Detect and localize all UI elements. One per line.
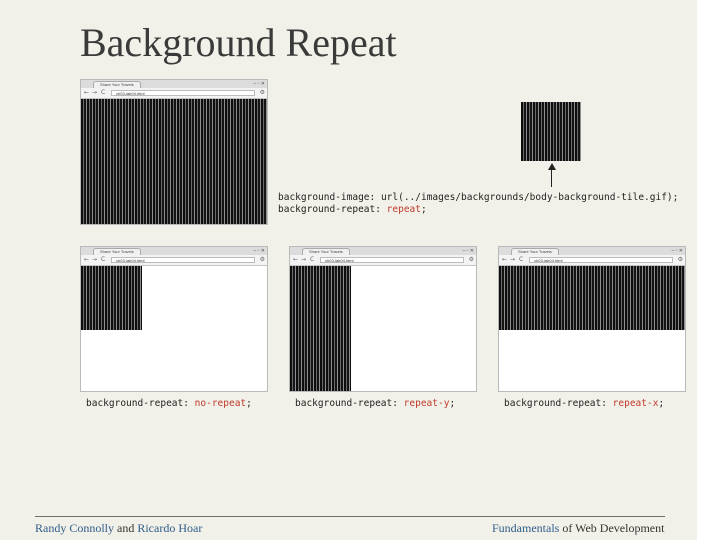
tiled-background-repeat-y bbox=[290, 266, 351, 391]
address-bar[interactable]: ch03-lab04.html bbox=[111, 257, 255, 263]
code-value: repeat-x bbox=[612, 398, 659, 409]
wrench-icon[interactable]: ⚙ bbox=[678, 256, 683, 264]
tab-bar: Share Your Travels – ▫ ✕ bbox=[81, 80, 267, 88]
wrench-icon[interactable]: ⚙ bbox=[260, 256, 265, 264]
code-background-repeat: background-repeat: repeat; bbox=[278, 204, 427, 216]
code-semicolon: ; bbox=[421, 204, 427, 215]
nav-bar: ← → C ch03-lab04.html ⚙ bbox=[81, 255, 267, 266]
caption-no-repeat: background-repeat: no-repeat; bbox=[86, 398, 252, 410]
browser-tab[interactable]: Share Your Travels bbox=[302, 248, 350, 255]
footer-divider bbox=[35, 516, 665, 517]
footer-and: and bbox=[114, 521, 138, 535]
right-edge-strip bbox=[697, 0, 720, 540]
reload-icon[interactable]: C bbox=[101, 256, 105, 264]
wrench-icon[interactable]: ⚙ bbox=[469, 256, 474, 264]
nav-bar: ← → C ch03-lab04.html ⚙ bbox=[81, 88, 267, 99]
code-property: background-repeat: bbox=[504, 398, 613, 409]
forward-arrow-icon[interactable]: → bbox=[301, 256, 306, 264]
browser-tab[interactable]: Share Your Travels bbox=[511, 248, 559, 255]
footer-book-accent: Fundamentals bbox=[492, 521, 560, 535]
page-content bbox=[81, 99, 267, 224]
tab-bar: Share Your Travels – ▫ ✕ bbox=[290, 247, 476, 255]
page-content bbox=[290, 266, 476, 391]
back-arrow-icon[interactable]: ← bbox=[84, 256, 89, 264]
code-value: repeat bbox=[386, 204, 421, 215]
footer-authors: Randy Connolly and Ricardo Hoar bbox=[35, 521, 202, 536]
browser-window-repeat: Share Your Travels – ▫ ✕ ← → C ch03-lab0… bbox=[80, 79, 268, 225]
window-controls[interactable]: – ▫ ✕ bbox=[462, 248, 474, 254]
back-arrow-icon[interactable]: ← bbox=[502, 256, 507, 264]
back-arrow-icon[interactable]: ← bbox=[84, 89, 89, 97]
caption-repeat-y: background-repeat: repeat-y; bbox=[295, 398, 455, 410]
address-bar[interactable]: ch03-lab04.html bbox=[111, 90, 255, 96]
footer-author-1: Randy Connolly bbox=[35, 521, 115, 535]
code-semicolon: ; bbox=[658, 398, 665, 409]
tiled-background-repeat-x bbox=[499, 266, 685, 330]
background-tile-image bbox=[521, 102, 581, 161]
forward-arrow-icon[interactable]: → bbox=[92, 89, 97, 97]
tab-bar: Share Your Travels – ▫ ✕ bbox=[81, 247, 267, 255]
window-controls[interactable]: – ▫ ✕ bbox=[253, 248, 265, 254]
wrench-icon[interactable]: ⚙ bbox=[260, 89, 265, 97]
footer-book-title: Fundamentals of Web Development bbox=[492, 521, 664, 536]
code-property: background-repeat: bbox=[278, 204, 387, 215]
reload-icon[interactable]: C bbox=[310, 256, 314, 264]
code-line-image: background-image: url(../images/backgrou… bbox=[278, 192, 679, 203]
caption-repeat-x: background-repeat: repeat-x; bbox=[504, 398, 664, 410]
window-controls[interactable]: – ▫ ✕ bbox=[671, 248, 683, 254]
back-arrow-icon[interactable]: ← bbox=[293, 256, 298, 264]
code-property: background-repeat: bbox=[295, 398, 404, 409]
reload-icon[interactable]: C bbox=[519, 256, 523, 264]
browser-window-repeat-y: Share Your Travels – ▫ ✕ ← → C ch03-lab0… bbox=[289, 246, 477, 392]
nav-bar: ← → C ch03-lab04.html ⚙ bbox=[499, 255, 685, 266]
browser-window-repeat-x: Share Your Travels – ▫ ✕ ← → C ch03-lab0… bbox=[498, 246, 686, 392]
code-value: no-repeat bbox=[194, 398, 247, 409]
browser-tab[interactable]: Share Your Travels bbox=[93, 81, 141, 88]
code-background-image: background-image: url(../images/backgrou… bbox=[278, 192, 678, 204]
nav-bar: ← → C ch03-lab04.html ⚙ bbox=[290, 255, 476, 266]
tiled-background-no-repeat bbox=[81, 266, 142, 330]
slide-title: Background Repeat bbox=[80, 20, 397, 65]
code-property: background-repeat: bbox=[86, 398, 195, 409]
page-content bbox=[81, 266, 267, 391]
address-bar[interactable]: ch03-lab04.html bbox=[529, 257, 673, 263]
window-controls[interactable]: – ▫ ✕ bbox=[253, 81, 265, 87]
address-bar[interactable]: ch03-lab04.html bbox=[320, 257, 464, 263]
up-arrow-icon bbox=[548, 163, 556, 187]
code-semicolon: ; bbox=[449, 398, 456, 409]
browser-tab[interactable]: Share Your Travels bbox=[93, 248, 141, 255]
footer-author-2: Ricardo Hoar bbox=[137, 521, 203, 535]
tab-bar: Share Your Travels – ▫ ✕ bbox=[499, 247, 685, 255]
tiled-background-repeat bbox=[81, 99, 267, 224]
code-value: repeat-y bbox=[403, 398, 450, 409]
code-semicolon: ; bbox=[246, 398, 252, 409]
footer-book-rest: of Web Development bbox=[559, 521, 665, 535]
forward-arrow-icon[interactable]: → bbox=[92, 256, 97, 264]
forward-arrow-icon[interactable]: → bbox=[510, 256, 515, 264]
browser-window-no-repeat: Share Your Travels – ▫ ✕ ← → C ch03-lab0… bbox=[80, 246, 268, 392]
reload-icon[interactable]: C bbox=[101, 89, 105, 97]
page-content bbox=[499, 266, 685, 391]
